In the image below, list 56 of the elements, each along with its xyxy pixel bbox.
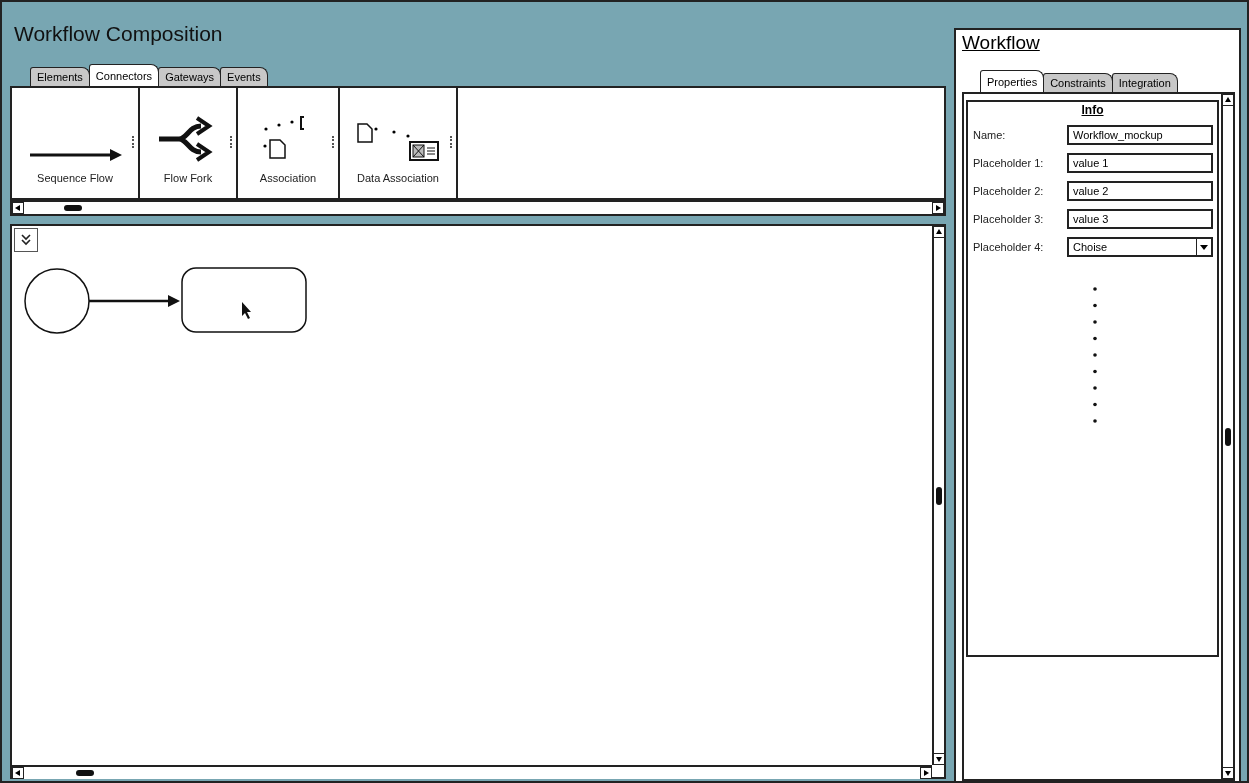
dropdown-field[interactable]: Choise <box>1067 237 1213 257</box>
tab[interactable]: Constraints <box>1043 73 1113 92</box>
arrow-icon <box>28 148 122 162</box>
triangle-icon <box>935 205 941 211</box>
tab[interactable]: Connectors <box>88 64 160 86</box>
tab[interactable]: Events <box>220 67 268 86</box>
cursor-icon <box>242 302 251 319</box>
triangle-icon <box>936 229 942 235</box>
scroll-thumb[interactable] <box>1225 427 1231 446</box>
triangle-icon <box>1225 770 1231 776</box>
triangle-icon <box>15 770 21 776</box>
collapse-button[interactable] <box>14 228 38 252</box>
data-association-icon <box>356 122 440 162</box>
double-chevron-icon <box>20 234 32 246</box>
vertical-scrollbar[interactable] <box>932 226 944 765</box>
panel-title: Workflow <box>962 32 1041 55</box>
scroll-thumb[interactable] <box>76 770 94 776</box>
scroll-arrow-button[interactable] <box>12 767 24 779</box>
input-field[interactable]: value 1 <box>1067 153 1213 173</box>
triangle-icon <box>1225 97 1231 103</box>
palette-item[interactable]: Flow Fork <box>140 88 238 198</box>
triangle-icon <box>923 770 929 776</box>
field-label: Placeholder 3: <box>973 213 1044 225</box>
scroll-thumb[interactable] <box>936 486 942 505</box>
vertical-ellipsis-icon <box>1092 287 1097 423</box>
scroll-arrow-button[interactable] <box>1222 94 1234 106</box>
scroll-thumb[interactable] <box>64 205 82 211</box>
scroll-arrow-button[interactable] <box>920 767 932 779</box>
scroll-arrow-button[interactable] <box>933 753 945 765</box>
scroll-arrow-button[interactable] <box>12 202 24 214</box>
vertical-scrollbar[interactable] <box>1221 94 1233 779</box>
triangle-icon <box>936 756 942 762</box>
section-title: Info <box>1081 103 1104 117</box>
input-field[interactable]: Workflow_mockup <box>1067 125 1213 145</box>
scroll-arrow-button[interactable] <box>932 202 944 214</box>
tab[interactable]: Integration <box>1111 73 1178 92</box>
scroll-arrow-button[interactable] <box>933 226 945 238</box>
horizontal-scrollbar[interactable] <box>12 765 932 779</box>
horizontal-scrollbar[interactable] <box>10 200 946 216</box>
scroll-arrow-button[interactable] <box>1222 767 1234 779</box>
tab[interactable]: Properties <box>980 70 1045 92</box>
start-event-circle <box>24 268 90 334</box>
palette-item[interactable]: Association <box>238 88 340 198</box>
tab[interactable]: Elements <box>30 67 90 86</box>
tab[interactable]: Gateways <box>158 67 222 86</box>
triangle-icon <box>15 205 21 211</box>
caret-icon <box>1200 244 1208 250</box>
palette-item[interactable]: Sequence Flow <box>12 88 140 198</box>
field-label: Placeholder 1: <box>973 157 1044 169</box>
panel-title: Workflow Composition <box>14 22 224 47</box>
field-label: Name: <box>973 129 1006 141</box>
field-label: Placeholder 4: <box>973 241 1044 253</box>
input-field[interactable]: value 3 <box>1067 209 1213 229</box>
palette-item[interactable]: Data Association <box>340 88 458 198</box>
field-label: Placeholder 2: <box>973 185 1044 197</box>
input-field[interactable]: value 2 <box>1067 181 1213 201</box>
